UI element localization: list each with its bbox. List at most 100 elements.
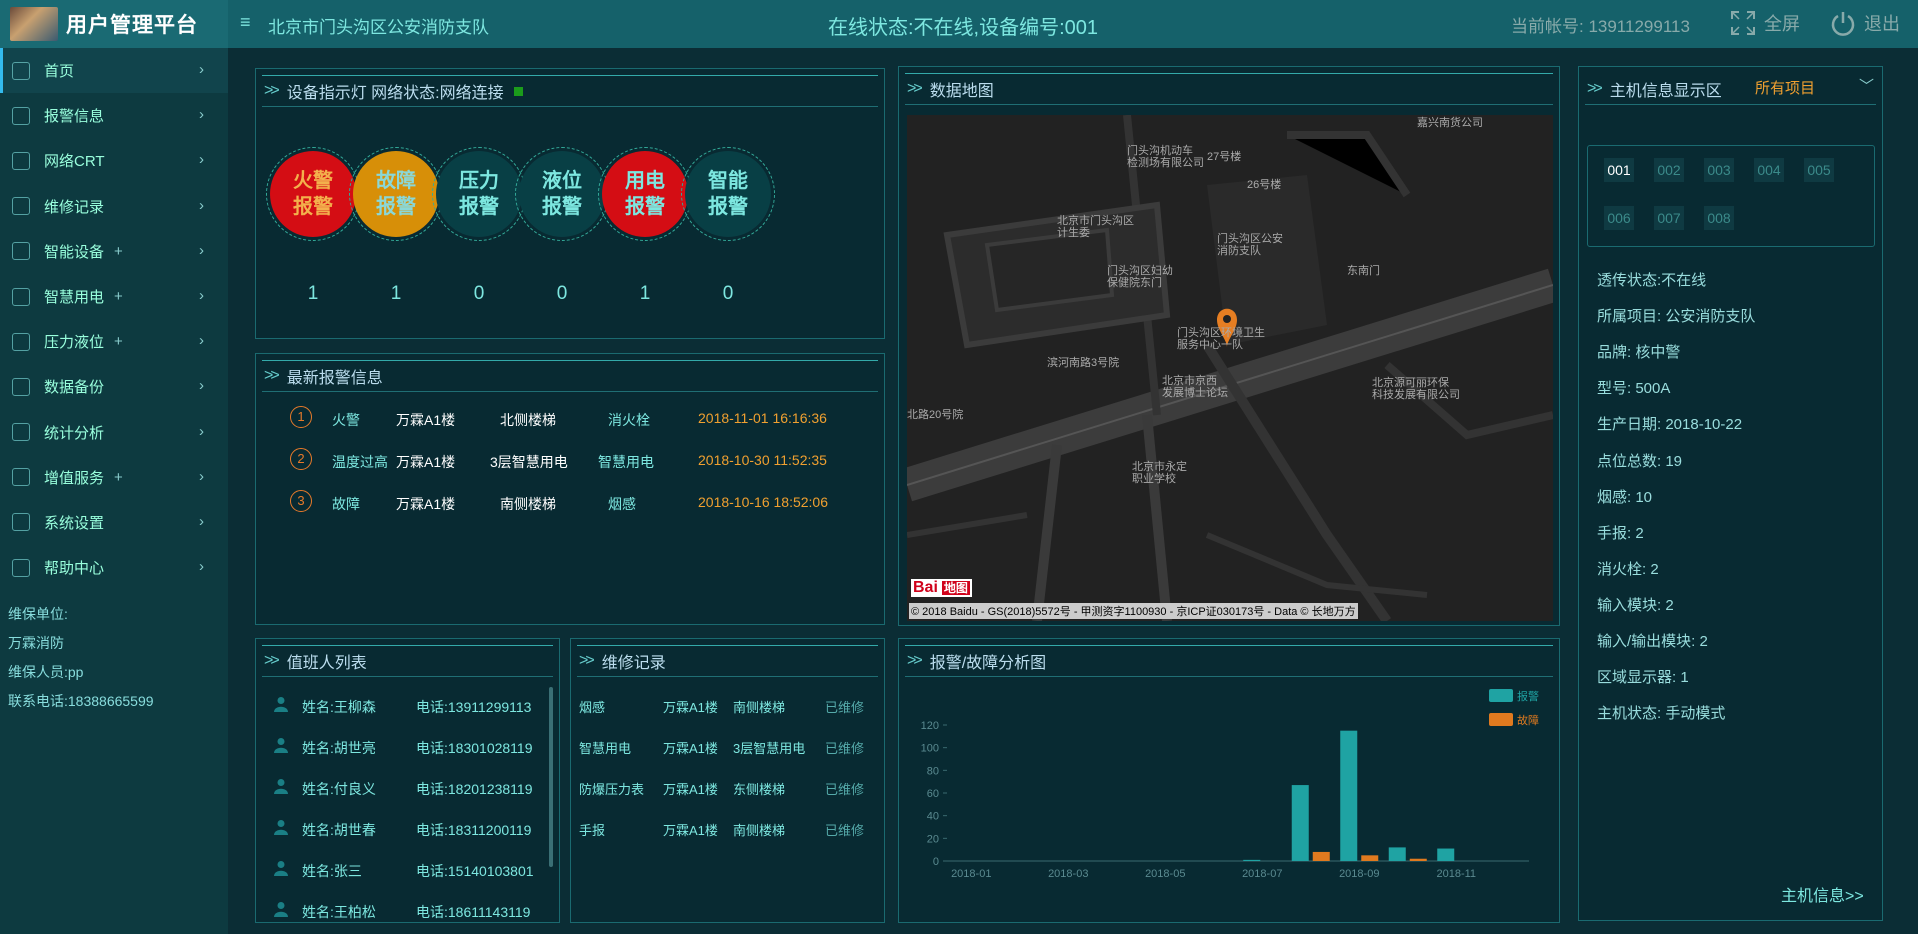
alarm-line2: 报警	[625, 196, 665, 218]
logout-button[interactable]: 退出	[1830, 10, 1900, 36]
power-usage-icon	[12, 287, 30, 306]
host-tab[interactable]: 001	[1604, 158, 1634, 182]
sidebar-item[interactable]: 数据备份 ›	[0, 364, 228, 409]
y-tick-label: 20	[927, 833, 939, 845]
host-info-header: >> 主机信息显示区 所有项目 ﹀	[1585, 73, 1876, 105]
host-tab[interactable]: 004	[1754, 158, 1784, 182]
duty-phone: 电话:18201238119	[416, 781, 533, 797]
latest-alarm-row[interactable]: 2 温度过高 万霖A1楼 3层智慧用电 智慧用电 2018-10-30 11:5…	[256, 446, 876, 476]
repair-row[interactable]: 手报 万霖A1楼 南侧楼梯 已维修	[579, 808, 879, 848]
duty-phone: 电话:13911299113	[416, 699, 532, 715]
host-tab[interactable]: 005	[1804, 158, 1834, 182]
indicator-title: 设备指示灯 网络状态:网络连接	[286, 85, 504, 102]
x-tick-label: 2018-05	[1145, 868, 1185, 880]
duty-row[interactable]: 姓名:胡世亮 电话:18301028119	[262, 726, 542, 766]
sidebar-item[interactable]: 统计分析 ›	[0, 410, 228, 455]
host-info-line: 型号: 500A	[1597, 380, 1671, 398]
y-tick-label: 40	[927, 811, 939, 823]
chart-bar-alarm	[1243, 859, 1261, 861]
host-info-title: 主机信息显示区	[1609, 82, 1722, 100]
sidebar-item-label: 维修记录	[44, 198, 105, 216]
power-icon	[1831, 12, 1855, 36]
repair-building: 万霖A1楼	[663, 741, 718, 756]
repair-row[interactable]: 烟感 万霖A1楼 南侧楼梯 已维修	[579, 685, 879, 725]
sidebar-item[interactable]: 智慧用电 + ›	[0, 274, 228, 319]
duty-row[interactable]: 姓名:张三 电话:15140103801	[262, 849, 542, 889]
host-tab[interactable]: 006	[1604, 206, 1634, 230]
alarm-indicator-fill: 智能 报警	[685, 151, 771, 237]
value-service-icon	[12, 468, 30, 487]
host-info-line: 手报: 2	[1597, 524, 1644, 542]
host-info-line: 烟感: 10	[1597, 488, 1653, 506]
alarm-location: 北侧楼梯	[500, 412, 556, 428]
help-icon	[12, 558, 30, 577]
alarm-time: 2018-11-01 16:16:36	[698, 410, 827, 426]
sidebar-item[interactable]: 首页 ›	[0, 48, 228, 94]
legend-swatch	[1489, 713, 1513, 726]
host-tab[interactable]: 003	[1704, 158, 1734, 182]
chevron-right-icon: ›	[199, 377, 204, 395]
duty-row[interactable]: 姓名:付良义 电话:18201238119	[262, 767, 542, 807]
alarm-indicator[interactable]: 故障 报警	[349, 147, 443, 241]
row-number-badge: 1	[290, 406, 312, 428]
host-info-line: 区域显示器: 1	[1597, 669, 1689, 687]
chevron-right-icon: ›	[199, 286, 204, 304]
alarm-line2: 报警	[542, 196, 582, 218]
repair-row[interactable]: 智慧用电 万霖A1楼 3层智慧用电 已维修	[579, 726, 879, 766]
chart-bar-fault	[1361, 855, 1379, 861]
sidebar-item[interactable]: 智能设备 + ›	[0, 229, 228, 274]
duty-name: 姓名:付良义	[302, 781, 376, 797]
sidebar-item[interactable]: 压力液位 + ›	[0, 319, 228, 364]
alarm-indicator[interactable]: 液位 报警	[515, 147, 609, 241]
map-poi-label: 门头沟机动车	[1127, 145, 1193, 157]
sidebar-item[interactable]: 帮助中心 ›	[0, 545, 228, 590]
user-icon	[274, 778, 288, 794]
alarm-indicator[interactable]: 火警 报警	[266, 147, 360, 241]
fullscreen-button[interactable]: 全屏	[1730, 10, 1800, 36]
duty-row[interactable]: 姓名:胡世春 电话:18311200119	[262, 808, 542, 848]
alarm-indicator[interactable]: 用电 报警	[598, 147, 692, 241]
alarm-building: 万霖A1楼	[396, 496, 456, 512]
repair-device: 烟感	[579, 700, 606, 715]
sidebar-item-label: 网络CRT	[44, 153, 105, 171]
map-poi-label: 27号楼	[1207, 151, 1242, 163]
repair-location: 南侧楼梯	[733, 823, 786, 838]
user-icon	[274, 819, 288, 835]
menu-toggle-icon[interactable]: ≡	[240, 12, 251, 33]
chevron-right-icon: ›	[199, 61, 204, 78]
host-tab[interactable]: 007	[1654, 206, 1684, 230]
host-tab[interactable]: 002	[1654, 158, 1684, 182]
sidebar-item[interactable]: 增值服务 + ›	[0, 455, 228, 500]
repair-status: 已维修	[825, 823, 865, 838]
duty-row[interactable]: 姓名:王柏松 电话:18611143119	[262, 890, 542, 922]
project-select[interactable]: 所有项目 ﹀	[1755, 77, 1880, 98]
alarm-indicator[interactable]: 压力 报警	[432, 147, 526, 241]
alarm-line2: 报警	[293, 196, 333, 218]
user-icon	[274, 737, 288, 753]
sidebar-item[interactable]: 报警信息 ›	[0, 93, 228, 138]
sidebar-item-label: 报警信息	[44, 108, 105, 126]
repair-header: >> 维修记录	[577, 645, 878, 677]
legend-label: 报警	[1517, 689, 1539, 703]
user-icon	[274, 901, 288, 917]
map-title: 数据地图	[929, 83, 994, 100]
legend-swatch	[1489, 689, 1513, 702]
sidebar-item[interactable]: 维修记录 ›	[0, 184, 228, 229]
duty-name: 姓名:王柳森	[302, 699, 376, 715]
sidebar-item[interactable]: 系统设置 ›	[0, 500, 228, 545]
repair-row[interactable]: 防爆压力表 万霖A1楼 东侧楼梯 已维修	[579, 767, 879, 807]
alarm-icon	[12, 106, 30, 125]
data-map[interactable]: 嘉兴南货公司 门头沟机动车 检测场有限公司 27号楼 26号楼 北京市门头沟区 计生委 门头沟…	[907, 115, 1553, 621]
host-info-more-link[interactable]: 主机信息>>	[1781, 882, 1864, 906]
sidebar-item[interactable]: 网络CRT ›	[0, 138, 228, 183]
duty-scrollbar[interactable]	[549, 687, 553, 867]
alarm-indicator[interactable]: 智能 报警	[681, 147, 775, 241]
duty-panel: >> 值班人列表 姓名:王柳森 电话:13911299113 姓名:胡世亮 电话…	[255, 638, 560, 923]
latest-alarm-row[interactable]: 3 故障 万霖A1楼 南侧楼梯 烟感 2018-10-16 18:52:06	[256, 488, 876, 518]
legend-label: 故障	[1517, 713, 1539, 727]
latest-alarm-row[interactable]: 1 火警 万霖A1楼 北侧楼梯 消火栓 2018-11-01 16:16:36	[256, 404, 876, 434]
host-tab[interactable]: 008	[1704, 206, 1734, 230]
duty-row[interactable]: 姓名:王柳森 电话:13911299113	[262, 685, 542, 725]
repair-location: 南侧楼梯	[733, 700, 786, 715]
sidebar-item-label: 压力液位	[44, 334, 105, 352]
